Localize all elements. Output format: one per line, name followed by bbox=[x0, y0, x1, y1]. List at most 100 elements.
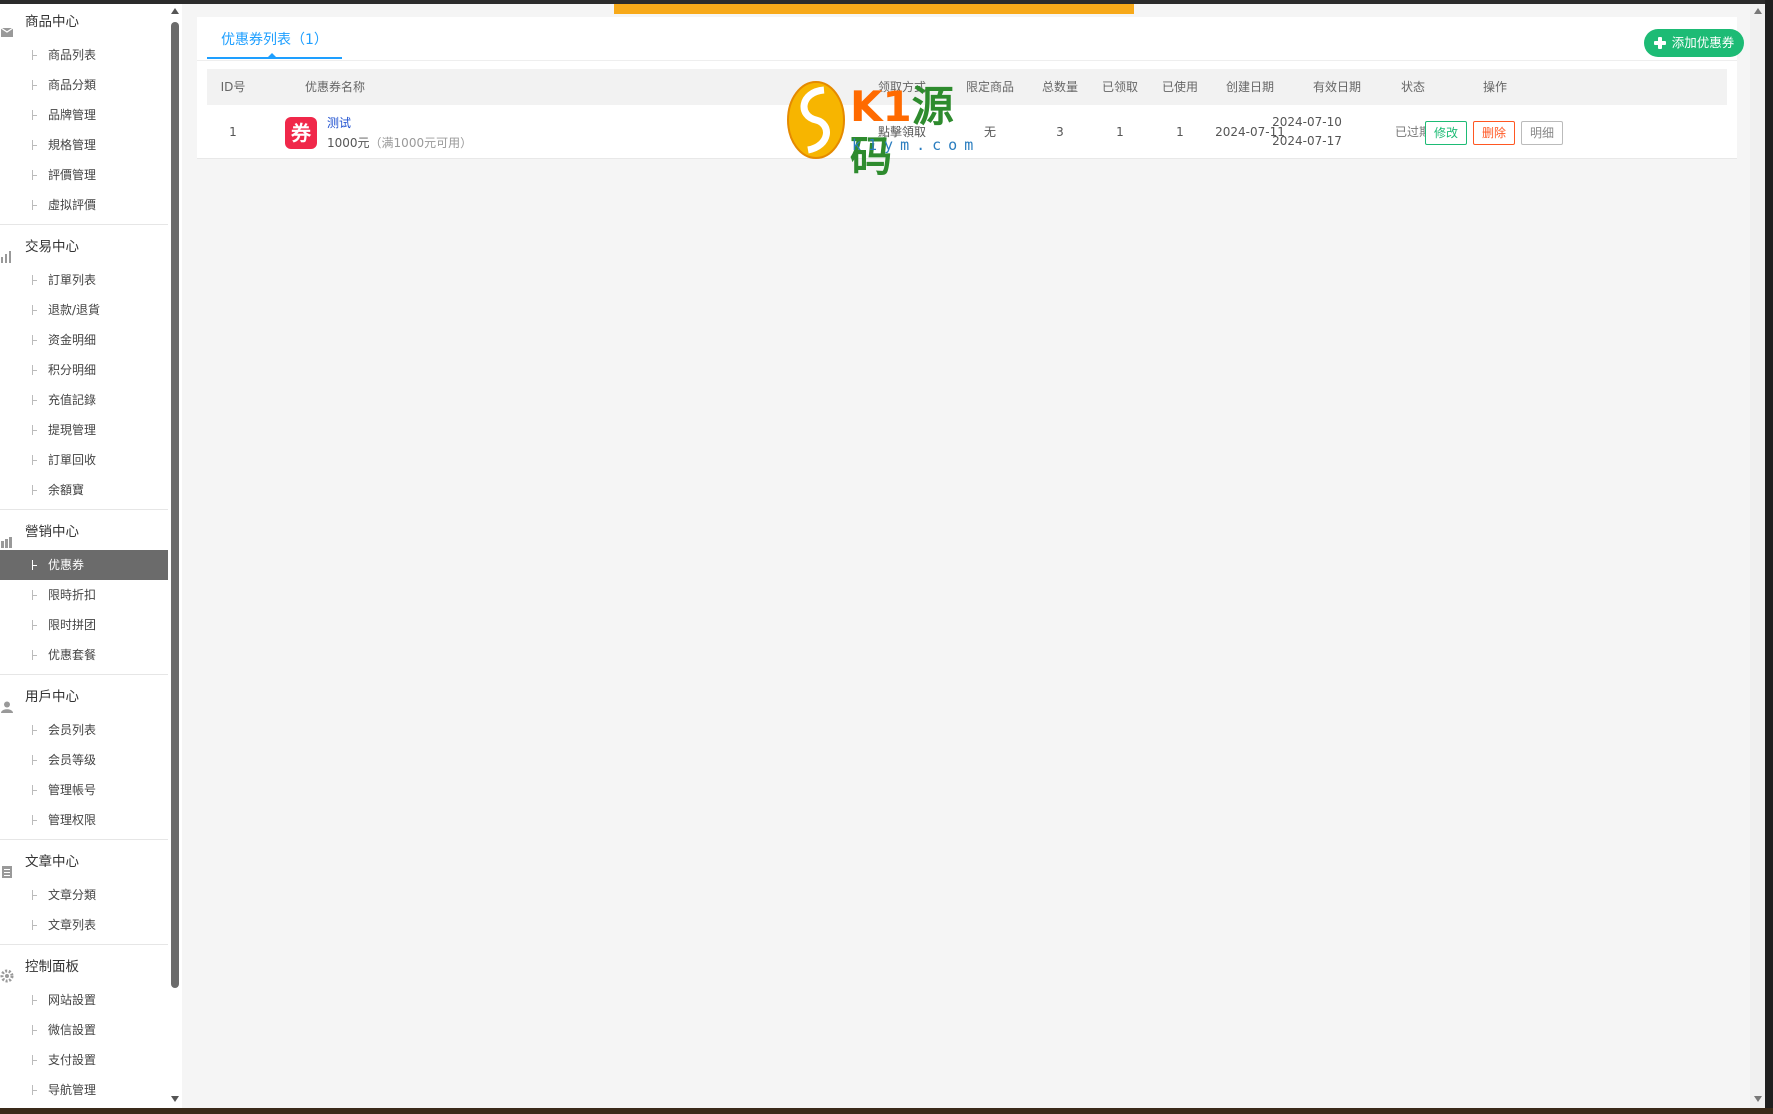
sidebar-item-4-0[interactable]: 文章分類 bbox=[0, 880, 168, 910]
coupon-amount: 1000元 bbox=[327, 136, 370, 150]
scrollbar-thumb[interactable] bbox=[171, 22, 179, 988]
sidebar-group-0[interactable]: 商品中心 bbox=[0, 4, 168, 40]
scroll-up-arrow-icon[interactable] bbox=[171, 8, 179, 14]
sidebar-item-0-3[interactable]: 規格管理 bbox=[0, 130, 168, 160]
sidebar-item-4-1[interactable]: 文章列表 bbox=[0, 910, 168, 940]
window-edge bbox=[1765, 0, 1773, 1114]
sidebar-item-3-2[interactable]: 管理帳号 bbox=[0, 775, 168, 805]
sidebar-item-1-7[interactable]: 余額寶 bbox=[0, 475, 168, 505]
tree-branch-icon bbox=[32, 275, 38, 285]
sidebar-item-label: 文章分類 bbox=[48, 888, 97, 902]
sidebar-group-2[interactable]: 營销中心 bbox=[0, 514, 168, 550]
coupon-name-link[interactable]: 测试 bbox=[327, 115, 351, 131]
sidebar-item-3-1[interactable]: 会员等级 bbox=[0, 745, 168, 775]
coupon-desc: 1000元（满1000元可用） bbox=[327, 135, 472, 151]
sidebar-item-label: 品牌管理 bbox=[48, 108, 97, 122]
sidebar-group-3[interactable]: 用戶中心 bbox=[0, 679, 168, 715]
sidebar-group-4[interactable]: 文章中心 bbox=[0, 844, 168, 880]
watermark-logo-icon bbox=[787, 81, 845, 159]
tree-branch-icon bbox=[32, 920, 38, 930]
sidebar-item-label: 导航管理 bbox=[48, 1083, 97, 1097]
sidebar-item-2-2[interactable]: 限时拼团 bbox=[0, 610, 168, 640]
sidebar-item-0-4[interactable]: 評價管理 bbox=[0, 160, 168, 190]
sidebar-group-title: 營销中心 bbox=[25, 524, 79, 540]
sidebar-group-title: 文章中心 bbox=[25, 854, 79, 870]
scroll-down-arrow-icon[interactable] bbox=[171, 1096, 179, 1102]
watermark-url: k1ym.com bbox=[852, 136, 981, 154]
sidebar-item-label: 管理帳号 bbox=[48, 783, 97, 797]
tree-branch-icon bbox=[32, 395, 38, 405]
sidebar-item-0-5[interactable]: 虛拟評價 bbox=[0, 190, 168, 220]
scroll-down-arrow-icon[interactable] bbox=[1754, 1096, 1762, 1102]
tree-branch-icon bbox=[32, 560, 38, 570]
edit-button[interactable]: 修改 bbox=[1425, 121, 1467, 145]
col-name: 优惠券名称 bbox=[305, 80, 366, 94]
sidebar-divider bbox=[0, 509, 168, 510]
sidebar-scrollbar[interactable] bbox=[168, 4, 182, 1108]
sidebar-item-1-0[interactable]: 訂單列表 bbox=[0, 265, 168, 295]
sidebar-item-2-0[interactable]: 优惠券 bbox=[0, 550, 168, 580]
sidebar-group-5[interactable]: 控制面板 bbox=[0, 949, 168, 985]
delete-button[interactable]: 删除 bbox=[1473, 121, 1515, 145]
sidebar-item-label: 管理权限 bbox=[48, 813, 97, 827]
sidebar-group-title: 控制面板 bbox=[25, 959, 79, 975]
col-claimed: 已领取 bbox=[1101, 80, 1138, 94]
sidebar-item-5-1[interactable]: 微信設置 bbox=[0, 1015, 168, 1045]
plus-icon bbox=[1654, 37, 1666, 49]
tree-branch-icon bbox=[32, 590, 38, 600]
sidebar-item-label: 退款/退貨 bbox=[48, 303, 101, 317]
valid-to: 2024-07-17 bbox=[1272, 134, 1342, 148]
tab-divider bbox=[197, 60, 1737, 61]
scroll-up-arrow-icon[interactable] bbox=[1754, 8, 1762, 14]
tree-branch-icon bbox=[32, 485, 38, 495]
sidebar-divider bbox=[0, 944, 168, 945]
gear-icon bbox=[0, 961, 14, 983]
tree-branch-icon bbox=[32, 365, 38, 375]
desktop-strip bbox=[0, 1108, 1773, 1114]
sidebar-item-0-2[interactable]: 品牌管理 bbox=[0, 100, 168, 130]
sidebar-item-5-3[interactable]: 导航管理 bbox=[0, 1075, 168, 1105]
sidebar-item-0-1[interactable]: 商品分類 bbox=[0, 70, 168, 100]
sidebar-item-5-2[interactable]: 支付設置 bbox=[0, 1045, 168, 1075]
sidebar-item-3-3[interactable]: 管理权限 bbox=[0, 805, 168, 835]
sidebar-group-1[interactable]: 交易中心 bbox=[0, 229, 168, 265]
sidebar-item-label: 充值記錄 bbox=[48, 393, 97, 407]
sidebar-item-label: 商品列表 bbox=[48, 48, 97, 62]
chart-icon bbox=[0, 241, 14, 263]
tree-branch-icon bbox=[32, 1055, 38, 1065]
cell-claimed: 1 bbox=[1116, 125, 1124, 139]
sidebar-item-2-3[interactable]: 优惠套餐 bbox=[0, 640, 168, 670]
sidebar-divider bbox=[0, 674, 168, 675]
add-coupon-button[interactable]: 添加优惠券 bbox=[1644, 29, 1744, 57]
col-total: 总数量 bbox=[1041, 80, 1078, 94]
tree-branch-icon bbox=[32, 620, 38, 630]
sidebar-item-label: 評價管理 bbox=[48, 168, 97, 182]
sidebar-item-0-0[interactable]: 商品列表 bbox=[0, 40, 168, 70]
sidebar-item-2-1[interactable]: 限時折扣 bbox=[0, 580, 168, 610]
sidebar-item-1-5[interactable]: 提現管理 bbox=[0, 415, 168, 445]
sidebar-item-label: 虛拟評價 bbox=[48, 198, 97, 212]
sidebar-item-label: 商品分類 bbox=[48, 78, 97, 92]
sidebar-item-label: 規格管理 bbox=[48, 138, 97, 152]
col-status: 状态 bbox=[1400, 80, 1425, 94]
sidebar-item-label: 网站設置 bbox=[48, 993, 97, 1007]
sidebar-item-label: 訂單回收 bbox=[48, 453, 97, 467]
sidebar-item-label: 限時折扣 bbox=[48, 588, 97, 602]
sidebar-item-1-3[interactable]: 积分明细 bbox=[0, 355, 168, 385]
tree-branch-icon bbox=[32, 650, 38, 660]
sidebar-item-5-0[interactable]: 网站設置 bbox=[0, 985, 168, 1015]
sidebar-divider bbox=[0, 224, 168, 225]
user-icon bbox=[0, 691, 14, 713]
document-icon bbox=[0, 856, 14, 878]
sidebar-item-3-0[interactable]: 会员列表 bbox=[0, 715, 168, 745]
watermark-k1: K1 bbox=[850, 82, 912, 131]
sidebar-item-1-1[interactable]: 退款/退貨 bbox=[0, 295, 168, 325]
tree-branch-icon bbox=[32, 170, 38, 180]
col-used: 已使用 bbox=[1161, 80, 1198, 94]
detail-button[interactable]: 明细 bbox=[1521, 121, 1563, 145]
sidebar-item-1-4[interactable]: 充值記錄 bbox=[0, 385, 168, 415]
sidebar-item-1-6[interactable]: 訂單回收 bbox=[0, 445, 168, 475]
sidebar-item-label: 微信設置 bbox=[48, 1023, 97, 1037]
sidebar-item-1-2[interactable]: 资金明细 bbox=[0, 325, 168, 355]
main-scrollbar[interactable] bbox=[1750, 4, 1765, 1108]
